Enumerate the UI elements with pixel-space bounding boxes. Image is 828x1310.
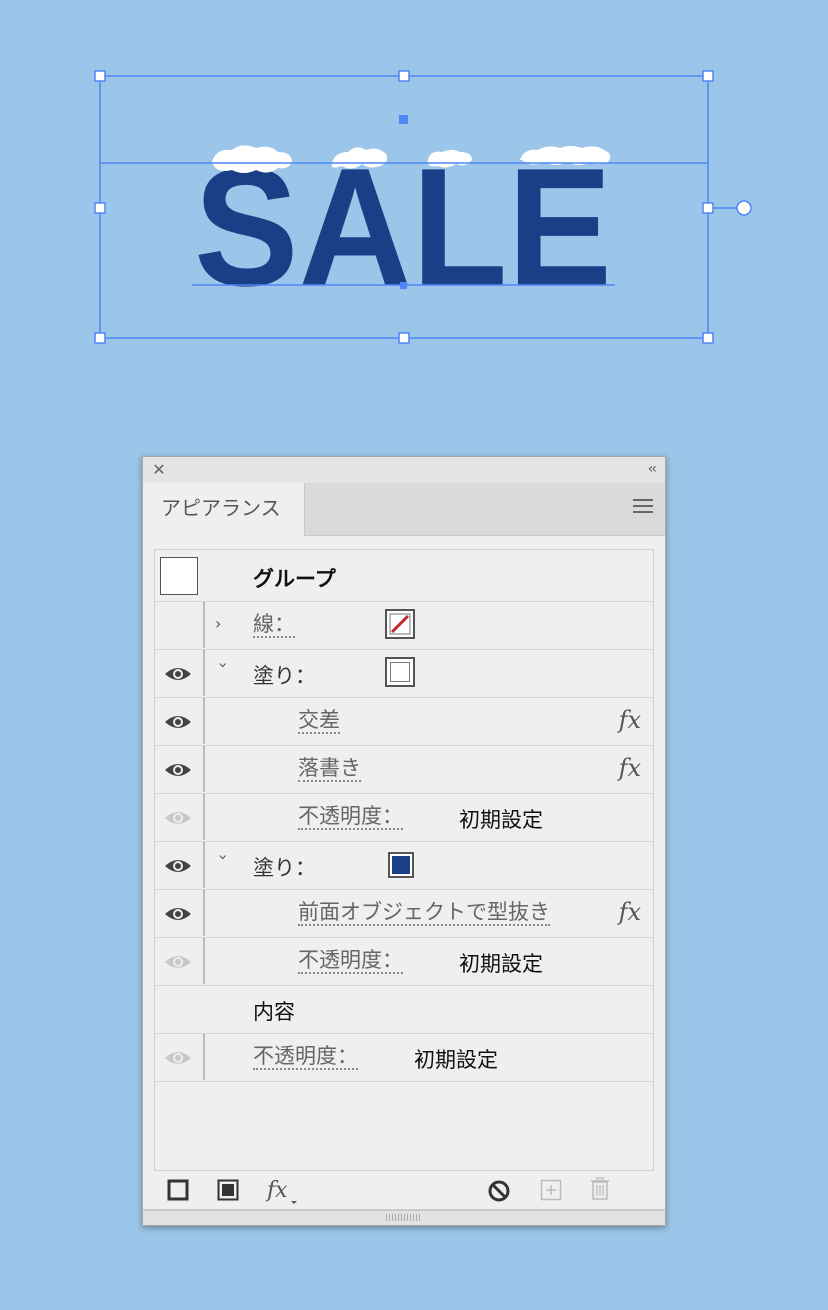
indent-line [203,602,205,648]
indent-line [203,890,205,936]
row-stroke[interactable]: › 線： [155,602,653,650]
indent-line [203,842,205,888]
panel-footer: fx [143,1175,665,1211]
fill-swatch-blue[interactable] [388,852,414,878]
stroke-label[interactable]: 線： [253,612,295,638]
group-label: グループ [253,567,336,591]
effect-scribble-label[interactable]: 落書き [298,756,361,782]
panel-titlebar: ✕ ‹‹ [143,457,665,484]
opacity-label[interactable]: 不透明度： [298,804,403,830]
effect-intersect-label[interactable]: 交差 [298,708,340,734]
add-fill-icon[interactable] [217,1179,239,1201]
fx-icon[interactable]: fx [619,898,641,926]
indent-line [203,650,205,696]
row-effect-minus-front[interactable]: 前面オブジェクトで型抜き fx [155,890,653,938]
rotate-handle [736,200,752,216]
group-thumbnail [160,557,198,595]
panel-menu-icon[interactable] [633,499,653,515]
center-point-top [399,115,408,124]
collapse-icon[interactable]: ‹‹ [648,461,657,477]
row-effect-scribble[interactable]: 落書き fx [155,746,653,794]
eye-icon[interactable] [163,760,193,780]
swatch-color [390,662,410,682]
row-fill-white[interactable]: › 塗り： [155,650,653,698]
handle-middle-right [702,202,714,214]
fx-menu-icon[interactable]: fx [265,1175,301,1205]
eye-disabled-icon[interactable] [163,808,193,828]
handle-top-right [702,70,714,82]
fx-icon[interactable]: fx [619,754,641,782]
swatch-color [392,856,410,874]
handle-middle-left [94,202,106,214]
grip-lines [386,1214,422,1221]
opacity-label[interactable]: 不透明度： [298,948,403,974]
opacity-label[interactable]: 不透明度： [253,1044,358,1070]
stroke-swatch[interactable] [385,609,415,639]
clear-appearance-icon[interactable] [487,1179,511,1203]
svg-text:fx: fx [265,1178,288,1203]
eye-icon[interactable] [163,664,193,684]
row-opacity-fill2[interactable]: 不透明度： 初期設定 [155,938,653,986]
contents-label: 内容 [253,1000,295,1024]
panel-tab-row: アピアランス [143,483,665,536]
appearance-list: グループ › 線： › 塗り： 交差 fx 落書き fx 不透明度： 初期設定 … [154,549,654,1171]
fx-icon[interactable]: fx [619,706,641,734]
handle-bottom-left [94,332,106,344]
indent-line [203,698,205,744]
eye-icon[interactable] [163,904,193,924]
row-effect-intersect[interactable]: 交差 fx [155,698,653,746]
indent-line [203,746,205,792]
handle-bottom-right [702,332,714,344]
indent-line [203,1034,205,1080]
row-fill-blue[interactable]: › 塗り： [155,842,653,890]
eye-disabled-icon[interactable] [163,952,193,972]
center-point-baseline [400,282,407,289]
chevron-right-icon[interactable]: › [215,614,231,634]
indent-line [203,794,205,840]
fill-label: 塗り： [253,664,316,688]
resize-grip[interactable] [143,1209,665,1225]
none-swatch-icon [389,613,411,635]
row-opacity-group[interactable]: 不透明度： 初期設定 [155,1034,653,1082]
handle-top-center [398,70,410,82]
row-group[interactable]: グループ [155,550,653,602]
duplicate-item-icon[interactable] [540,1179,562,1201]
close-icon[interactable]: ✕ [151,462,167,478]
handle-bottom-center [398,332,410,344]
eye-icon[interactable] [163,856,193,876]
eye-disabled-icon[interactable] [163,1048,193,1068]
trash-icon[interactable] [590,1177,610,1201]
add-stroke-icon[interactable] [167,1179,189,1201]
artboard-canvas: SALE [94,70,752,344]
tab-appearance[interactable]: アピアランス [143,483,305,536]
opacity-value: 初期設定 [459,808,543,832]
indent-line [203,938,205,984]
chevron-down-icon[interactable]: › [213,854,233,870]
opacity-value: 初期設定 [414,1048,498,1072]
appearance-panel: ✕ ‹‹ アピアランス グループ › 線： › 塗り： 交差 fx 落書き fx… [142,456,666,1226]
fill-label: 塗り： [253,856,316,880]
row-contents[interactable]: 内容 [155,986,653,1034]
fill-swatch-white[interactable] [385,657,415,687]
effect-minus-front-label[interactable]: 前面オブジェクトで型抜き [298,900,550,926]
handle-top-left [94,70,106,82]
row-opacity-fill1[interactable]: 不透明度： 初期設定 [155,794,653,842]
eye-icon[interactable] [163,712,193,732]
opacity-value: 初期設定 [459,952,543,976]
chevron-down-icon[interactable]: › [213,662,233,678]
